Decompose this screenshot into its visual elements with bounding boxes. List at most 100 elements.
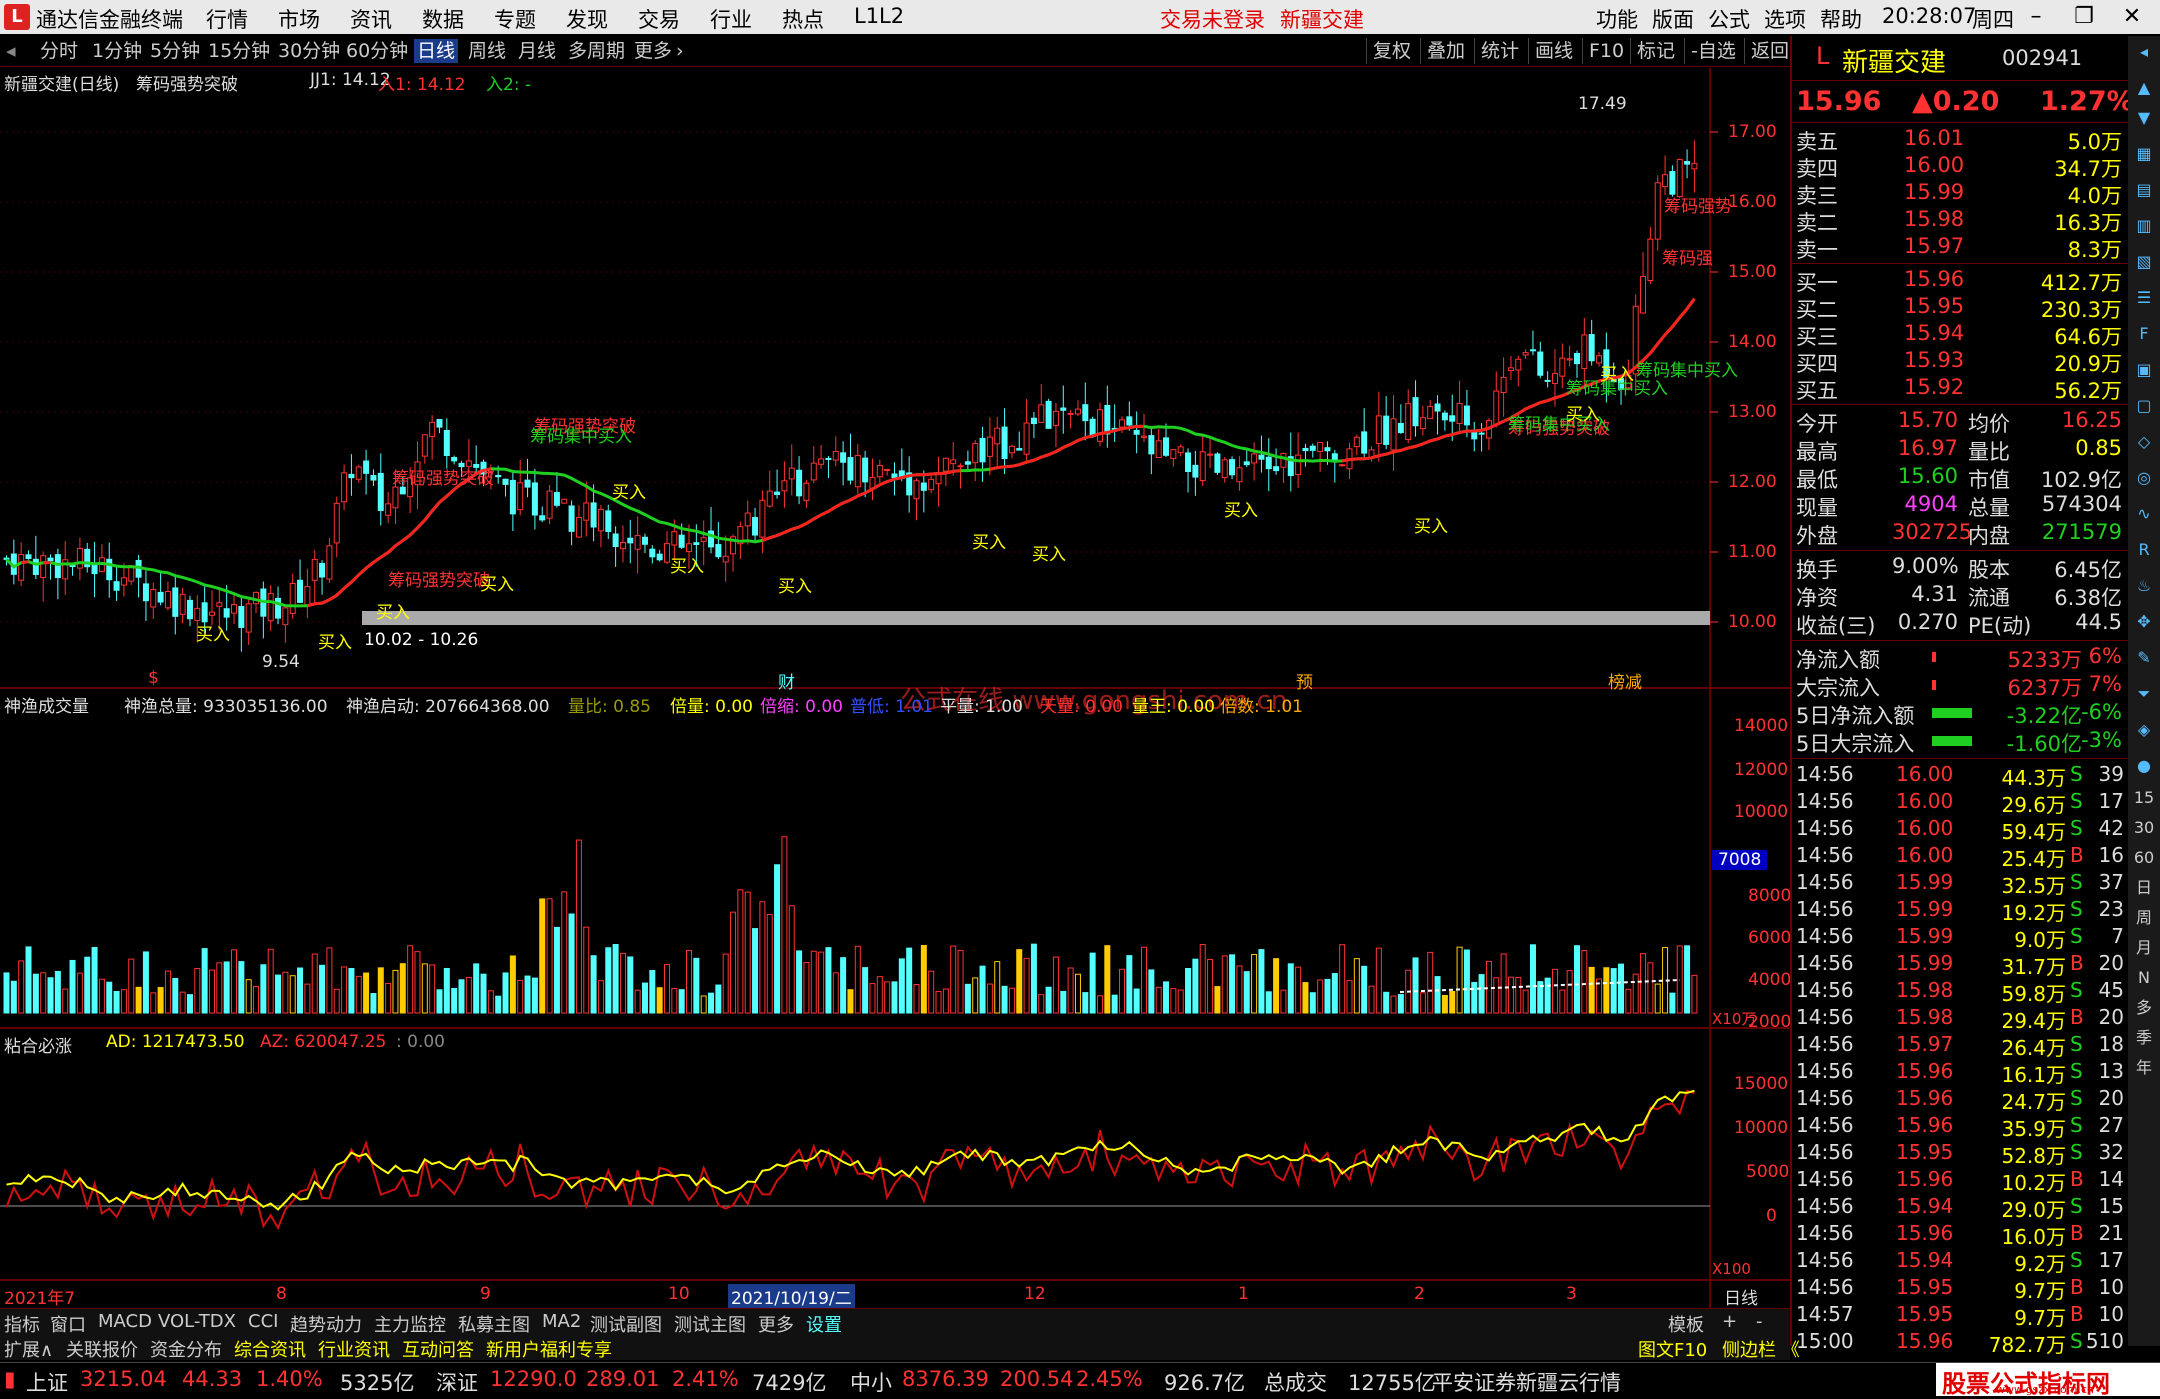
trade-login-status[interactable]: 交易未登录: [1160, 4, 1265, 34]
tool-huaxian[interactable]: 画线: [1528, 38, 1573, 64]
tick-row[interactable]: 14:56 15.97 26.4万 S 18: [1792, 1032, 2128, 1060]
btab-vol-tdx[interactable]: VOL-TDX: [158, 1311, 236, 1332]
period-day[interactable]: 日: [2132, 876, 2156, 900]
ask-row[interactable]: 卖一 15.97 8.3万: [1792, 234, 2128, 262]
tick-row[interactable]: 14:56 16.00 29.6万 S 17: [1792, 789, 2128, 817]
btab-kuozhan[interactable]: 扩展∧: [4, 1336, 53, 1362]
period-tab-daily[interactable]: 日线: [414, 39, 459, 63]
menu-l1l2[interactable]: L1L2: [854, 4, 904, 28]
tick-row[interactable]: 14:56 15.96 10.2万 B 14: [1792, 1167, 2128, 1195]
btab-zijin[interactable]: 资金分布: [150, 1336, 222, 1362]
period-15[interactable]: 15: [2132, 786, 2156, 810]
tick-row[interactable]: 14:57 15.95 9.7万 B 10: [1792, 1302, 2128, 1330]
tick-row[interactable]: 14:56 16.00 44.3万 S 39: [1792, 762, 2128, 790]
grid-icon[interactable]: ▦: [2132, 142, 2156, 166]
tool-f10[interactable]: F10: [1582, 38, 1624, 64]
btab-minus[interactable]: -: [1756, 1311, 1763, 1332]
period-tab-fenshi[interactable]: 分时: [40, 39, 78, 63]
menu-faxian[interactable]: 发现: [566, 4, 608, 34]
bid-row[interactable]: 买四 15.93 20.9万: [1792, 348, 2128, 376]
funnel-icon[interactable]: ⏷: [2132, 682, 2156, 706]
expand-icon[interactable]: ◂: [2132, 40, 2156, 64]
circle-icon[interactable]: ◎: [2132, 466, 2156, 490]
period-tab-60min[interactable]: 60分钟: [346, 39, 408, 63]
ask-row[interactable]: 卖四 16.00 34.7万: [1792, 153, 2128, 181]
menu-bangzhu[interactable]: 帮助: [1820, 4, 1862, 34]
tool-fanhui[interactable]: 返回: [1744, 38, 1789, 64]
ask-row[interactable]: 卖五 16.01 5.0万: [1792, 126, 2128, 154]
tool-tongji[interactable]: 统计: [1474, 38, 1519, 64]
tick-row[interactable]: 14:56 15.96 16.1万 S 13: [1792, 1059, 2128, 1087]
down-arrow-icon[interactable]: ▼: [2132, 106, 2156, 130]
kline-icon[interactable]: ▧: [2132, 250, 2156, 274]
zx-label[interactable]: 中小: [850, 1367, 892, 1397]
period-tab-15min[interactable]: 15分钟: [208, 39, 270, 63]
btab-cci[interactable]: CCI: [248, 1311, 278, 1332]
chart-icon[interactable]: ▥: [2132, 214, 2156, 238]
menu-redian[interactable]: 热点: [782, 4, 824, 34]
list-icon[interactable]: ☰: [2132, 286, 2156, 310]
btab-hudong[interactable]: 互动问答: [402, 1336, 474, 1362]
minimize-icon[interactable]: –: [2020, 3, 2052, 31]
menu-hangye[interactable]: 行业: [710, 4, 752, 34]
tick-row[interactable]: 14:56 16.00 59.4万 S 42: [1792, 816, 2128, 844]
tool-zixuan[interactable]: -自选: [1684, 38, 1736, 64]
tick-row[interactable]: 14:56 15.94 9.2万 S 17: [1792, 1248, 2128, 1276]
dot-icon[interactable]: ●: [2132, 754, 2156, 778]
rsi-icon[interactable]: R: [2132, 538, 2156, 562]
doc-icon[interactable]: ▢: [2132, 394, 2156, 418]
tick-row[interactable]: 14:56 15.98 29.4万 B 20: [1792, 1005, 2128, 1033]
btab-ma2[interactable]: MA2: [542, 1311, 581, 1332]
period-week[interactable]: 周: [2132, 906, 2156, 930]
period-tab-30min[interactable]: 30分钟: [278, 39, 340, 63]
menu-jiaoyi[interactable]: 交易: [638, 4, 680, 34]
menu-shichang[interactable]: 市场: [278, 4, 320, 34]
ask-row[interactable]: 卖二 15.98 16.3万: [1792, 207, 2128, 235]
period-season[interactable]: 季: [2132, 1026, 2156, 1050]
tick-row[interactable]: 14:56 15.99 32.5万 S 37: [1792, 870, 2128, 898]
vol-indicator-name[interactable]: 神渔成交量: [4, 692, 89, 717]
chevron-right-icon[interactable]: ›: [676, 39, 684, 63]
move-icon[interactable]: ✥: [2132, 610, 2156, 634]
tool-fuquan[interactable]: 复权: [1366, 38, 1411, 64]
calendar-icon[interactable]: ▣: [2132, 358, 2156, 382]
pen-icon[interactable]: ✎: [2132, 646, 2156, 670]
btab-hangye[interactable]: 行业资讯: [318, 1336, 390, 1362]
tick-row[interactable]: 14:56 16.00 25.4万 B 16: [1792, 843, 2128, 871]
event-mark-finance[interactable]: 财: [778, 668, 795, 693]
period-tab-more[interactable]: 更多: [634, 39, 672, 63]
btab-fuli[interactable]: 新用户福利专享: [486, 1336, 612, 1362]
fin-icon[interactable]: F: [2132, 322, 2156, 346]
ask-row[interactable]: 卖三 15.99 4.0万: [1792, 180, 2128, 208]
tick-row[interactable]: 14:56 15.99 19.2万 S 23: [1792, 897, 2128, 925]
tick-row[interactable]: 14:56 15.96 16.0万 B 21: [1792, 1221, 2128, 1249]
menu-gongneng[interactable]: 功能: [1596, 4, 1638, 34]
bid-row[interactable]: 买五 15.92 56.2万: [1792, 375, 2128, 403]
sh-label[interactable]: 上证: [26, 1367, 68, 1397]
tick-row[interactable]: 14:56 15.95 52.8万 S 32: [1792, 1140, 2128, 1168]
menu-zhuanti[interactable]: 专题: [494, 4, 536, 34]
restore-icon[interactable]: ❐: [2068, 3, 2100, 31]
fs-icon[interactable]: ◇: [2132, 430, 2156, 454]
menu-hangqing[interactable]: 行情: [206, 4, 248, 34]
period-tab-multi[interactable]: 多周期: [568, 39, 625, 63]
tick-row[interactable]: 14:56 15.99 9.0万 S 7: [1792, 924, 2128, 952]
period-multi[interactable]: 多: [2132, 996, 2156, 1020]
up-arrow-icon[interactable]: ▲: [2132, 76, 2156, 100]
menu-xuanxiang[interactable]: 选项: [1764, 4, 1806, 34]
btab-zonghe[interactable]: 综合资讯: [234, 1336, 306, 1362]
menu-shuju[interactable]: 数据: [422, 4, 464, 34]
bid-row[interactable]: 买二 15.95 230.3万: [1792, 294, 2128, 322]
chart-area[interactable]: 新疆交建(日线) 筹码强势突破 JJ1: 14.12 入1: 14.12 入2:…: [0, 68, 1791, 1309]
period-60[interactable]: 60: [2132, 846, 2156, 870]
period-tab-1min[interactable]: 1分钟: [92, 39, 142, 63]
period-tab-monthly[interactable]: 月线: [518, 39, 556, 63]
table-icon[interactable]: ▤: [2132, 178, 2156, 202]
period-n[interactable]: N: [2132, 966, 2156, 990]
btab-tuwen[interactable]: 图文F10: [1638, 1336, 1707, 1362]
bid-row[interactable]: 买一 15.96 412.7万: [1792, 267, 2128, 295]
period-tab-weekly[interactable]: 周线: [468, 39, 506, 63]
event-mark-forecast[interactable]: 预: [1296, 668, 1313, 693]
fs2-icon[interactable]: ◈: [2132, 718, 2156, 742]
fire-icon[interactable]: ♨: [2132, 574, 2156, 598]
